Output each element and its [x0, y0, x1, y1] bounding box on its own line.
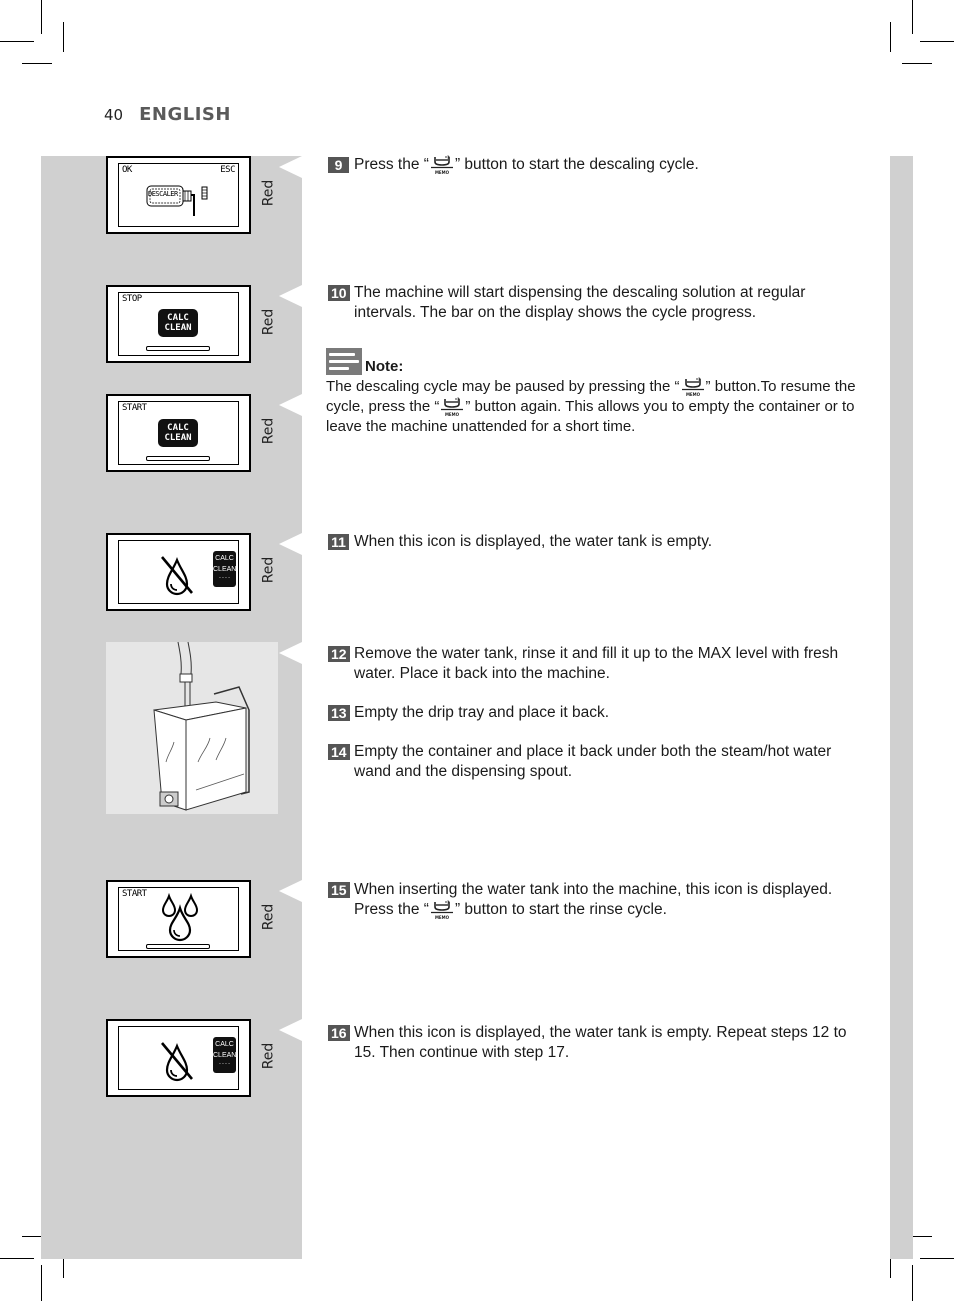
stop-label: STOP	[122, 294, 142, 304]
memo-coffee-button-icon	[430, 155, 454, 175]
calc-clean-icon: CALC CLEAN	[158, 419, 198, 447]
descaler-bottle-icon	[146, 185, 208, 216]
pointer-notch	[279, 642, 302, 664]
crop-mark	[41, 1265, 42, 1301]
memo-coffee-button-icon	[681, 377, 705, 397]
note-box: Note: The descaling cycle may be paused …	[326, 348, 856, 437]
step-number: 16	[328, 1025, 350, 1041]
color-label: Red	[260, 1042, 277, 1070]
note-icon	[326, 348, 362, 375]
crop-mark	[0, 1258, 34, 1259]
esc-label: ESC	[220, 165, 235, 175]
display-empty-tank: CALC CLEAN - - - -	[106, 533, 251, 611]
step-15: 15 When inserting the water tank into th…	[328, 880, 854, 920]
display-frame: START	[118, 887, 239, 951]
step-number: 11	[328, 534, 349, 550]
pointer-notch	[279, 285, 302, 307]
step-13: 13 Empty the drip tray and place it back…	[328, 703, 854, 723]
water-tank-illustration	[106, 641, 278, 814]
pointer-notch	[279, 533, 302, 555]
step-16: 16 When this icon is displayed, the wate…	[328, 1023, 854, 1062]
step-14: 14 Empty the container and place it back…	[328, 742, 854, 781]
step-12: 12 Remove the water tank, rinse it and f…	[328, 644, 854, 683]
color-label: Red	[260, 417, 277, 445]
crop-mark	[41, 0, 42, 34]
memo-coffee-button-icon	[430, 900, 454, 920]
pointer-notch	[279, 394, 302, 416]
step-number: 15	[328, 882, 350, 898]
calc-clean-indicator: CALC CLEAN - - - -	[213, 1037, 236, 1073]
step-number: 13	[328, 705, 350, 721]
water-drops-icon	[161, 892, 199, 942]
step-number: 9	[328, 157, 349, 173]
crop-mark	[63, 22, 64, 52]
display-frame: CALC CLEAN - - - -	[118, 1026, 239, 1090]
crop-mark	[22, 63, 52, 64]
page-edge-tab	[890, 156, 913, 1259]
descaler-label: DESCALER	[148, 190, 178, 198]
display-rinse-start: START	[106, 880, 251, 958]
color-label: Red	[260, 903, 277, 931]
crop-mark	[920, 1258, 954, 1259]
progress-bar	[146, 346, 210, 351]
page-header: 40 ENGLISH	[104, 104, 231, 128]
display-empty-tank-repeat: CALC CLEAN - - - -	[106, 1019, 251, 1097]
crop-mark	[902, 63, 932, 64]
start-label: START	[122, 889, 147, 899]
note-text: The descaling cycle may be paused by pre…	[326, 377, 856, 435]
progress-bar	[146, 456, 210, 461]
no-water-drop-icon	[161, 556, 193, 596]
color-label: Red	[260, 556, 277, 584]
display-frame: START CALC CLEAN	[118, 401, 239, 465]
display-descaler: OK ESC DESCALER	[106, 156, 251, 234]
pointer-notch	[279, 156, 302, 178]
display-start: START CALC CLEAN	[106, 394, 251, 472]
step-10: 10 The machine will start dispensing the…	[328, 283, 854, 322]
display-frame: STOP CALC CLEAN	[118, 292, 239, 356]
step-9: 9 Press the “” button to start the desca…	[328, 155, 854, 175]
pointer-notch	[279, 1019, 302, 1041]
display-frame: OK ESC DESCALER	[118, 163, 239, 227]
crop-mark	[0, 41, 34, 42]
ok-label: OK	[122, 165, 132, 175]
crop-mark	[912, 0, 913, 34]
calc-clean-icon: CALC CLEAN	[158, 309, 198, 337]
crop-mark	[890, 22, 891, 52]
step-number: 10	[328, 285, 350, 301]
display-frame: CALC CLEAN - - - -	[118, 540, 239, 604]
progress-bar	[146, 944, 210, 949]
step-11: 11 When this icon is displayed, the wate…	[328, 532, 854, 552]
memo-coffee-button-icon	[440, 397, 464, 417]
water-tank-icon	[153, 641, 250, 811]
calc-clean-indicator: CALC CLEAN - - - -	[213, 551, 236, 587]
display-stop: STOP CALC CLEAN	[106, 285, 251, 363]
section-title: ENGLISH	[139, 104, 231, 125]
no-water-drop-icon	[161, 1042, 193, 1082]
step-number: 12	[328, 646, 350, 662]
step-number: 14	[328, 744, 350, 760]
crop-mark	[912, 1265, 913, 1301]
crop-mark	[920, 41, 954, 42]
pointer-notch	[279, 880, 302, 902]
page-number: 40	[104, 106, 124, 124]
color-label: Red	[260, 179, 277, 207]
color-label: Red	[260, 308, 277, 336]
start-label: START	[122, 403, 147, 413]
note-title: Note:	[365, 358, 404, 375]
